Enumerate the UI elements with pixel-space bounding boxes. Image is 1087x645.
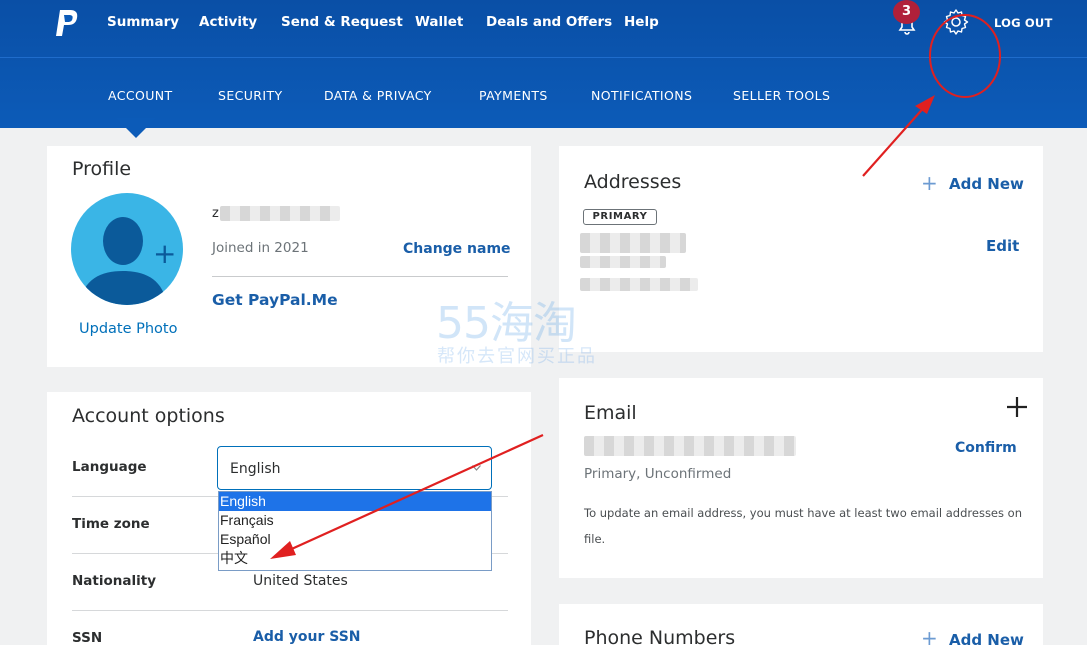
plus-icon[interactable]: + <box>921 171 938 195</box>
add-address-link[interactable]: Add New <box>949 175 1024 193</box>
redacted-address-line <box>580 233 686 253</box>
add-email-plus-icon[interactable] <box>1006 396 1028 418</box>
add-phone-link[interactable]: Add New <box>949 631 1024 645</box>
person-silhouette-icon: + <box>79 217 176 305</box>
plus-icon[interactable]: + <box>921 626 938 645</box>
redacted-email <box>584 436 796 456</box>
phone-numbers-title: Phone Numbers <box>584 627 736 645</box>
tab-notifications[interactable]: NOTIFICATIONS <box>591 88 692 103</box>
primary-badge: PRIMARY <box>583 209 657 225</box>
nav-help[interactable]: Help <box>624 14 659 30</box>
chevron-down-icon <box>472 465 481 471</box>
language-option-chinese[interactable]: 中文 <box>219 550 491 569</box>
language-option-spanish[interactable]: Español <box>219 530 491 549</box>
language-option-english[interactable]: English <box>219 492 491 511</box>
redacted-address-line <box>580 256 666 268</box>
active-tab-indicator <box>116 118 156 138</box>
tab-payments[interactable]: PAYMENTS <box>479 88 548 103</box>
email-title: Email <box>584 402 637 424</box>
get-paypal-me-link[interactable]: Get PayPal.Me <box>212 291 338 309</box>
add-ssn-link[interactable]: Add your SSN <box>253 629 361 645</box>
joined-date: Joined in 2021 <box>212 240 309 256</box>
nav-deals-offers[interactable]: Deals and Offers <box>486 14 612 30</box>
redacted-name <box>220 206 340 221</box>
tab-data-privacy[interactable]: DATA & PRIVACY <box>324 88 432 103</box>
nav-wallet[interactable]: Wallet <box>415 14 463 30</box>
account-options-title: Account options <box>72 405 225 427</box>
edit-address-link[interactable]: Edit <box>986 237 1019 255</box>
addresses-title: Addresses <box>584 171 682 193</box>
tab-account[interactable]: ACCOUNT <box>108 88 173 103</box>
update-photo-link[interactable]: Update Photo <box>79 321 177 337</box>
timezone-label: Time zone <box>72 516 150 532</box>
ssn-label: SSN <box>72 630 103 645</box>
email-update-note: To update an email address, you must hav… <box>584 506 1022 546</box>
language-dropdown-list: English Français Español 中文 <box>218 491 492 571</box>
nav-summary[interactable]: Summary <box>107 14 179 30</box>
svg-text:+: + <box>153 237 176 270</box>
profile-name-initial: z <box>212 206 219 221</box>
divider <box>212 276 508 277</box>
watermark-tagline: 帮你去官网买正品 <box>437 346 597 367</box>
language-label: Language <box>72 459 147 475</box>
paypal-logo-icon[interactable] <box>54 8 80 38</box>
tab-security[interactable]: SECURITY <box>218 88 283 103</box>
tab-seller-tools[interactable]: SELLER TOOLS <box>733 88 830 103</box>
notification-badge: 3 <box>893 0 920 24</box>
language-select[interactable]: English <box>217 446 492 490</box>
language-option-french[interactable]: Français <box>219 511 491 530</box>
avatar[interactable]: + <box>71 193 183 305</box>
language-selected-value: English <box>230 461 281 477</box>
nationality-value: United States <box>253 573 348 589</box>
nav-send-request[interactable]: Send & Request <box>281 14 403 30</box>
logout-link[interactable]: LOG OUT <box>994 16 1053 30</box>
top-navigation: Summary Activity Send & Request Wallet D… <box>0 0 1087 58</box>
redacted-address-line <box>580 278 698 291</box>
change-name-link[interactable]: Change name <box>403 241 511 257</box>
settings-gear-icon[interactable] <box>942 8 970 36</box>
profile-title: Profile <box>72 158 132 180</box>
divider <box>72 610 508 611</box>
email-status: Primary, Unconfirmed <box>584 466 732 482</box>
nav-activity[interactable]: Activity <box>199 14 257 30</box>
nationality-label: Nationality <box>72 573 156 589</box>
confirm-email-link[interactable]: Confirm <box>955 440 1017 456</box>
